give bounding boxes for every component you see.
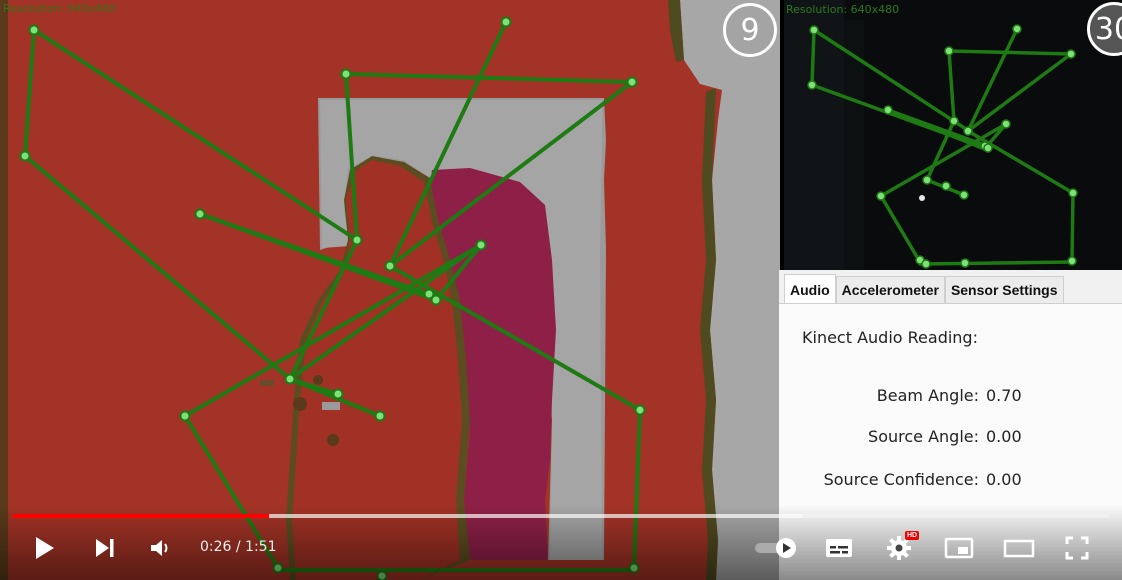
depth-fps-counter: 9 xyxy=(723,3,777,57)
played-bar xyxy=(13,514,270,518)
fullscreen-icon xyxy=(1065,536,1089,560)
tab-sensor-settings[interactable]: Sensor Settings xyxy=(944,276,1064,303)
subtitles-button[interactable] xyxy=(822,533,856,563)
color-view: Resolution: 640x480 30 xyxy=(784,0,1122,270)
beam-angle-label: Beam Angle: xyxy=(876,386,979,405)
source-confidence-label: Source Confidence: xyxy=(823,470,979,489)
tab-bar: Audio Accelerometer Sensor Settings xyxy=(779,274,1122,304)
volume-icon xyxy=(151,540,168,556)
source-confidence-value: 0.00 xyxy=(986,470,1022,489)
autoplay-toggle[interactable] xyxy=(752,533,800,563)
theater-mode-icon xyxy=(1003,539,1035,558)
tab-audio[interactable]: Audio xyxy=(784,274,836,303)
audio-reading-title: Kinect Audio Reading: xyxy=(802,328,978,347)
depth-view: Resolution: 640x480 9 xyxy=(0,0,780,580)
depth-image xyxy=(0,0,780,580)
beam-angle-value: 0.70 xyxy=(986,386,1022,405)
subtitles-icon xyxy=(826,539,852,557)
autoplay-toggle-icon xyxy=(755,538,796,558)
fullscreen-button[interactable] xyxy=(1060,533,1094,563)
depth-resolution-label: Resolution: 640x480 xyxy=(3,2,117,15)
source-angle-value: 0.00 xyxy=(986,427,1022,446)
tab-accelerometer[interactable]: Accelerometer xyxy=(835,276,945,303)
color-resolution-label: Resolution: 640x480 xyxy=(786,3,900,16)
progress-bar[interactable] xyxy=(13,514,1109,518)
source-angle-label: Source Angle: xyxy=(868,427,979,446)
theater-mode-button[interactable] xyxy=(1000,533,1038,563)
player-controls: 0:26 / 1:51 HD xyxy=(0,505,1122,580)
volume-button[interactable] xyxy=(144,533,176,563)
play-icon xyxy=(36,537,54,559)
miniplayer-icon xyxy=(944,537,974,559)
hd-badge: HD xyxy=(905,531,920,540)
next-button[interactable] xyxy=(88,533,120,563)
next-icon xyxy=(96,539,114,557)
play-button[interactable] xyxy=(28,533,60,563)
color-image xyxy=(784,0,1122,270)
time-display: 0:26 / 1:51 xyxy=(200,539,277,555)
miniplayer-button[interactable] xyxy=(942,533,976,563)
